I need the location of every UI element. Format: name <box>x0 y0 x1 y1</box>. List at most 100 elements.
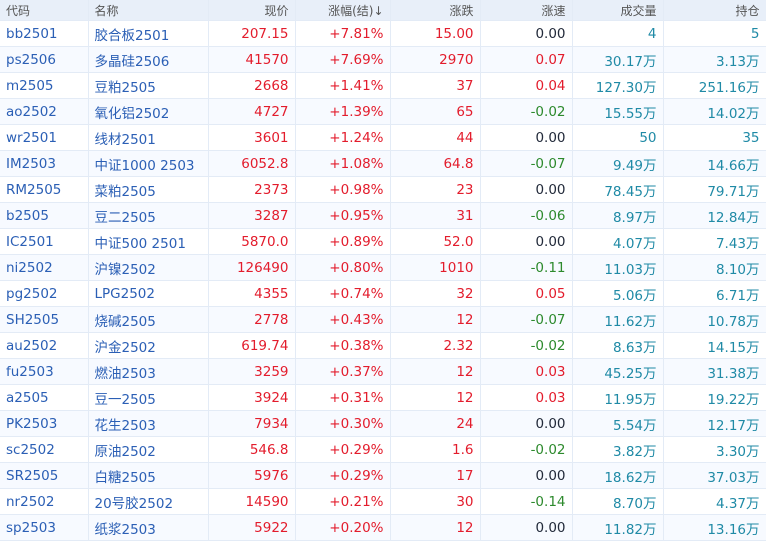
cell-code[interactable]: PK2503 <box>0 410 89 437</box>
cell-name[interactable]: 原油2502 <box>88 436 209 463</box>
cell-price: 5922 <box>208 514 296 541</box>
cell-name[interactable]: 20号胶2502 <box>88 488 209 515</box>
cell-name[interactable]: 多晶硅2506 <box>88 46 209 73</box>
cell-speed: -0.07 <box>480 150 573 177</box>
cell-code[interactable]: wr2501 <box>0 124 89 151</box>
cell-name[interactable]: 豆一2505 <box>88 384 209 411</box>
cell-price: 207.15 <box>208 20 296 47</box>
cell-name[interactable]: 氧化铝2502 <box>88 98 209 125</box>
cell-code[interactable]: RM2505 <box>0 176 89 203</box>
cell-price: 5870.0 <box>208 228 296 255</box>
cell-speed: -0.11 <box>480 254 573 281</box>
table-row[interactable]: wr2501 线材2501 3601 +1.24% 44 0.00 50 35 <box>0 124 766 151</box>
cell-name[interactable]: 烧碱2505 <box>88 306 209 333</box>
table-row[interactable]: sp2503 纸浆2503 5922 +0.20% 12 0.00 11.82万 13.16万 <box>0 514 766 541</box>
cell-name[interactable]: 沪镍2502 <box>88 254 209 281</box>
table-row[interactable]: PK2503 花生2503 7934 +0.30% 24 0.00 5.54万 12.17万 <box>0 410 766 437</box>
table-row[interactable]: m2505 豆粕2505 2668 +1.41% 37 0.04 127.30万 251.16… <box>0 72 766 99</box>
cell-price: 3259 <box>208 358 296 385</box>
column-header-change[interactable]: 涨跌 <box>390 0 481 21</box>
cell-code[interactable]: au2502 <box>0 332 89 359</box>
cell-volume: 50 <box>572 124 664 151</box>
column-header-price[interactable]: 现价 <box>208 0 296 21</box>
cell-code[interactable]: SH2505 <box>0 306 89 333</box>
cell-change-pct: +0.20% <box>295 514 391 541</box>
cell-name[interactable]: 中证1000 2503 <box>88 150 209 177</box>
column-header-volume[interactable]: 成交量 <box>572 0 664 21</box>
cell-name[interactable]: 沪金2502 <box>88 332 209 359</box>
table-row[interactable]: SR2505 白糖2505 5976 +0.29% 17 0.00 18.62万 37.03万 <box>0 462 766 489</box>
cell-code[interactable]: ps2506 <box>0 46 89 73</box>
cell-code[interactable]: sp2503 <box>0 514 89 541</box>
cell-open-interest: 251.16万 <box>663 72 766 99</box>
table-row[interactable]: RM2505 菜粕2505 2373 +0.98% 23 0.00 78.45万 79.71万 <box>0 176 766 203</box>
cell-volume: 78.45万 <box>572 176 664 203</box>
cell-change: 12 <box>390 306 481 333</box>
cell-change: 15.00 <box>390 20 481 47</box>
cell-code[interactable]: m2505 <box>0 72 89 99</box>
cell-open-interest: 6.71万 <box>663 280 766 307</box>
cell-change-pct: +0.29% <box>295 436 391 463</box>
table-row[interactable]: bb2501 胶合板2501 207.15 +7.81% 15.00 0.00 4 5 <box>0 20 766 47</box>
cell-code[interactable]: SR2505 <box>0 462 89 489</box>
cell-change-pct: +0.74% <box>295 280 391 307</box>
column-header-speed[interactable]: 涨速 <box>480 0 573 21</box>
cell-change-pct: +0.98% <box>295 176 391 203</box>
cell-speed: 0.00 <box>480 20 573 47</box>
cell-change: 12 <box>390 514 481 541</box>
cell-price: 2778 <box>208 306 296 333</box>
cell-name[interactable]: 纸浆2503 <box>88 514 209 541</box>
cell-code[interactable]: a2505 <box>0 384 89 411</box>
table-row[interactable]: ni2502 沪镍2502 126490 +0.80% 1010 -0.11 11.03万 8… <box>0 254 766 281</box>
cell-code[interactable]: pg2502 <box>0 280 89 307</box>
cell-code[interactable]: sc2502 <box>0 436 89 463</box>
cell-code[interactable]: IM2503 <box>0 150 89 177</box>
cell-name[interactable]: 菜粕2505 <box>88 176 209 203</box>
cell-change: 12 <box>390 384 481 411</box>
cell-code[interactable]: b2505 <box>0 202 89 229</box>
table-row[interactable]: IM2503 中证1000 2503 6052.8 +1.08% 64.8 -0.07 9.… <box>0 150 766 177</box>
cell-open-interest: 3.30万 <box>663 436 766 463</box>
cell-change: 37 <box>390 72 481 99</box>
table-row[interactable]: pg2502 LPG2502 4355 +0.74% 32 0.05 5.06万 6.71万 <box>0 280 766 307</box>
cell-change: 2970 <box>390 46 481 73</box>
cell-code[interactable]: nr2502 <box>0 488 89 515</box>
column-header-change-pct[interactable]: 涨幅(结)↓ <box>295 0 391 21</box>
cell-open-interest: 8.10万 <box>663 254 766 281</box>
cell-price: 3601 <box>208 124 296 151</box>
cell-open-interest: 4.37万 <box>663 488 766 515</box>
column-header-open-interest[interactable]: 持仓 <box>663 0 766 21</box>
cell-code[interactable]: ni2502 <box>0 254 89 281</box>
cell-speed: 0.03 <box>480 384 573 411</box>
table-row[interactable]: ps2506 多晶硅2506 41570 +7.69% 2970 0.07 30.17万 3.… <box>0 46 766 73</box>
table-row[interactable]: fu2503 燃油2503 3259 +0.37% 12 0.03 45.25万 31.38万 <box>0 358 766 385</box>
table-row[interactable]: sc2502 原油2502 546.8 +0.29% 1.6 -0.02 3.82万 3.30… <box>0 436 766 463</box>
table-row[interactable]: a2505 豆一2505 3924 +0.31% 12 0.03 11.95万 19.22万 <box>0 384 766 411</box>
cell-name[interactable]: 豆粕2505 <box>88 72 209 99</box>
column-header-name[interactable]: 名称 <box>88 0 209 21</box>
cell-name[interactable]: 豆二2505 <box>88 202 209 229</box>
table-row[interactable]: b2505 豆二2505 3287 +0.95% 31 -0.06 8.97万 12.84万 <box>0 202 766 229</box>
cell-name[interactable]: 白糖2505 <box>88 462 209 489</box>
cell-change-pct: +7.69% <box>295 46 391 73</box>
column-header-code[interactable]: 代码 <box>0 0 89 21</box>
cell-name[interactable]: 中证500 2501 <box>88 228 209 255</box>
cell-name[interactable]: 燃油2503 <box>88 358 209 385</box>
cell-name[interactable]: LPG2502 <box>88 280 209 307</box>
cell-speed: 0.00 <box>480 176 573 203</box>
cell-code[interactable]: fu2503 <box>0 358 89 385</box>
cell-name[interactable]: 线材2501 <box>88 124 209 151</box>
table-row[interactable]: SH2505 烧碱2505 2778 +0.43% 12 -0.07 11.62万 10.78… <box>0 306 766 333</box>
table-row[interactable]: nr2502 20号胶2502 14590 +0.21% 30 -0.14 8.70万 4.3… <box>0 488 766 515</box>
cell-name[interactable]: 胶合板2501 <box>88 20 209 47</box>
cell-price: 41570 <box>208 46 296 73</box>
table-row[interactable]: au2502 沪金2502 619.74 +0.38% 2.32 -0.02 8.63万 14… <box>0 332 766 359</box>
cell-code[interactable]: IC2501 <box>0 228 89 255</box>
cell-code[interactable]: bb2501 <box>0 20 89 47</box>
table-row[interactable]: ao2502 氧化铝2502 4727 +1.39% 65 -0.02 15.55万 14.0… <box>0 98 766 125</box>
cell-open-interest: 14.66万 <box>663 150 766 177</box>
cell-name[interactable]: 花生2503 <box>88 410 209 437</box>
table-row[interactable]: IC2501 中证500 2501 5870.0 +0.89% 52.0 0.00 4.07… <box>0 228 766 255</box>
cell-code[interactable]: ao2502 <box>0 98 89 125</box>
cell-speed: -0.07 <box>480 306 573 333</box>
